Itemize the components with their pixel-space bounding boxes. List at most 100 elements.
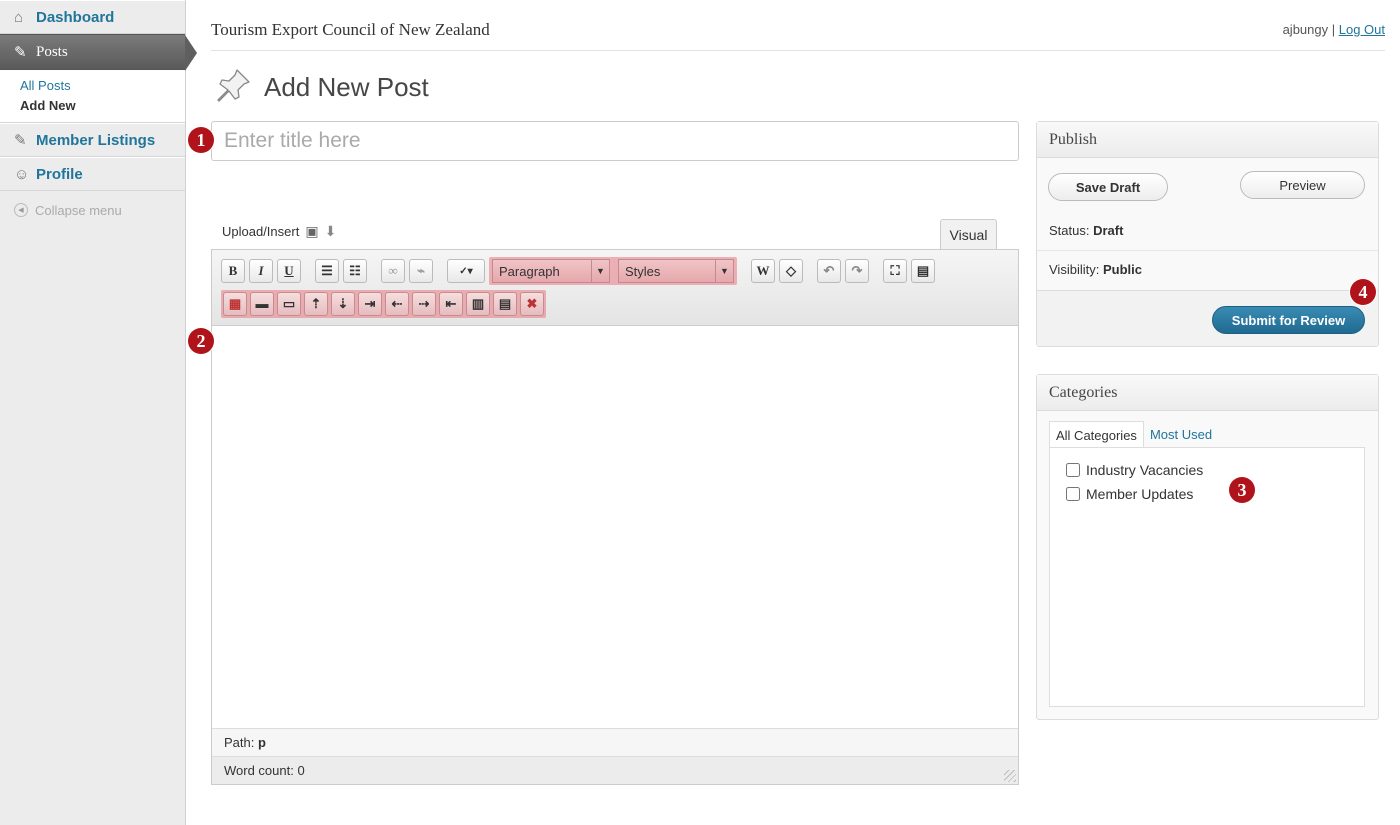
category-checkbox[interactable] <box>1066 463 1080 477</box>
categories-box: Categories All Categories Most Used Indu… <box>1036 374 1379 720</box>
spellcheck-button[interactable]: ✓▾ <box>447 259 485 283</box>
delete-row-icon[interactable]: ⇥ <box>358 292 382 316</box>
row-properties-icon[interactable]: ▬ <box>250 292 274 316</box>
word-count: Word count: 0 <box>224 763 305 778</box>
chevron-down-icon: ▼ <box>715 260 733 282</box>
tab-visual[interactable]: Visual <box>940 219 997 249</box>
category-item[interactable]: Member Updates <box>1066 482 1348 506</box>
path-bar: Path: p <box>212 728 1018 756</box>
step-badge-3: 3 <box>1229 477 1255 503</box>
insert-col-after-icon[interactable]: ⇢ <box>412 292 436 316</box>
cell-properties-icon[interactable]: ▭ <box>277 292 301 316</box>
admin-sidebar: ⌂ Dashboard ✎ Posts All Posts Add New ✎ … <box>0 0 197 825</box>
pushpin-icon: ✎ <box>14 132 27 149</box>
split-cells-icon[interactable]: ▥ <box>466 292 490 316</box>
styles-select[interactable]: Styles ▼ <box>618 259 734 283</box>
link-icon[interactable]: ∞ <box>381 259 405 283</box>
publish-actions: Submit for Review <box>1037 290 1378 346</box>
post-status: Status: Draft <box>1049 223 1123 238</box>
upload-insert-label: Upload/Insert <box>222 224 300 239</box>
bullet-list-button[interactable]: ☰ <box>315 259 339 283</box>
users-icon: ☺ <box>14 165 30 183</box>
chevron-down-icon: ▼ <box>591 260 609 282</box>
format-select-value: Paragraph <box>499 263 560 279</box>
unlink-icon[interactable]: ⌁ <box>409 259 433 283</box>
page-title: Add New Post <box>264 72 429 102</box>
editor-toolbar: B I U ☰ ☷ ∞ ⌁ ✓▾ Paragraph ▼ Styles ▼ W … <box>212 250 1018 326</box>
highlighted-table-tools: ▦ ▬ ▭ ⇡ ⇣ ⇥ ⇠ ⇢ ⇤ ▥ ▤ ✖ <box>221 290 546 318</box>
merge-cells-icon[interactable]: ▤ <box>493 292 517 316</box>
collapse-arrow-icon: ◀ <box>14 203 28 217</box>
site-title[interactable]: Tourism Export Council of New Zealand <box>211 20 490 40</box>
category-label: Member Updates <box>1086 486 1194 502</box>
upload-insert[interactable]: Upload/Insert ▣ ⬇ <box>222 223 336 240</box>
category-checkbox[interactable] <box>1066 487 1080 501</box>
menu-dashboard-label: Dashboard <box>36 8 115 26</box>
publish-box: Publish Save Draft Preview Status: Draft… <box>1036 121 1379 347</box>
header-divider <box>211 50 1385 51</box>
logout-link[interactable]: Log Out <box>1339 22 1385 37</box>
step-badge-2: 2 <box>188 328 214 354</box>
delete-col-icon[interactable]: ⇤ <box>439 292 463 316</box>
resize-handle-icon[interactable] <box>1004 770 1016 782</box>
menu-member-listings[interactable]: ✎ Member Listings <box>0 123 185 157</box>
bold-button[interactable]: B <box>221 259 245 283</box>
format-select[interactable]: Paragraph ▼ <box>492 259 610 283</box>
collapse-menu[interactable]: ◀ Collapse menu <box>0 191 185 229</box>
fullscreen-icon[interactable]: ⛶ <box>883 259 907 283</box>
delete-table-icon[interactable]: ✖ <box>520 292 544 316</box>
kitchen-sink-icon[interactable]: ▤ <box>911 259 935 283</box>
preview-button[interactable]: Preview <box>1240 171 1365 199</box>
step-badge-4: 4 <box>1350 279 1376 305</box>
insert-row-after-icon[interactable]: ⇣ <box>331 292 355 316</box>
publish-box-title: Publish <box>1037 122 1378 158</box>
visibility-value: Public <box>1102 262 1142 277</box>
home-icon: ⌂ <box>14 8 24 26</box>
eraser-icon[interactable]: ◇ <box>779 259 803 283</box>
save-draft-button[interactable]: Save Draft <box>1048 173 1168 201</box>
pushpin-icon: ✎ <box>14 44 27 61</box>
underline-button[interactable]: U <box>277 259 301 283</box>
pushpin-icon <box>217 69 250 102</box>
redo-icon[interactable]: ↷ <box>845 259 869 283</box>
post-title-input[interactable] <box>211 121 1019 161</box>
post-visibility: Visibility: Public <box>1049 262 1142 277</box>
tab-all-categories[interactable]: All Categories <box>1049 421 1144 449</box>
table-icon[interactable]: ▦ <box>223 292 247 316</box>
step-badge-1: 1 <box>188 127 214 153</box>
posts-submenu: All Posts Add New <box>0 70 185 123</box>
insert-row-before-icon[interactable]: ⇡ <box>304 292 328 316</box>
submenu-all-posts[interactable]: All Posts <box>20 76 185 96</box>
numbered-list-button[interactable]: ☷ <box>343 259 367 283</box>
path-label: Path: <box>224 735 255 750</box>
insert-col-before-icon[interactable]: ⇠ <box>385 292 409 316</box>
word-count-bar: Word count: 0 <box>212 756 1018 784</box>
post-editor: B I U ☰ ☷ ∞ ⌁ ✓▾ Paragraph ▼ Styles ▼ W … <box>211 249 1019 785</box>
username: ajbungy <box>1282 22 1329 37</box>
menu-profile-label: Profile <box>36 165 83 183</box>
submit-for-review-button[interactable]: Submit for Review <box>1212 306 1365 334</box>
status-label: Status: <box>1049 223 1090 238</box>
italic-button[interactable]: I <box>249 259 273 283</box>
editor-content-area[interactable] <box>212 326 1018 728</box>
highlighted-format-selects: Paragraph ▼ Styles ▼ <box>489 257 737 285</box>
category-label: Industry Vacancies <box>1086 462 1204 478</box>
arrow-down-icon[interactable]: ⬇ <box>325 223 337 240</box>
paste-word-icon[interactable]: W <box>751 259 775 283</box>
collapse-menu-label: Collapse menu <box>35 202 122 218</box>
submenu-add-new[interactable]: Add New <box>20 96 185 116</box>
category-tabs: All Categories Most Used <box>1049 421 1218 449</box>
styles-select-value: Styles <box>625 263 661 279</box>
media-icon[interactable]: ▣ <box>305 223 318 240</box>
menu-profile[interactable]: ☺ Profile <box>0 157 185 191</box>
undo-icon[interactable]: ↶ <box>817 259 841 283</box>
category-list: Industry Vacancies Member Updates <box>1049 447 1365 707</box>
category-item[interactable]: Industry Vacancies <box>1066 458 1348 482</box>
user-separator: | <box>1328 22 1339 37</box>
menu-dashboard[interactable]: ⌂ Dashboard <box>0 0 185 34</box>
divider <box>1037 250 1378 251</box>
tab-most-used[interactable]: Most Used <box>1144 421 1218 449</box>
menu-member-listings-label: Member Listings <box>36 131 156 149</box>
path-value[interactable]: p <box>258 735 266 750</box>
menu-posts[interactable]: ✎ Posts <box>0 34 197 71</box>
